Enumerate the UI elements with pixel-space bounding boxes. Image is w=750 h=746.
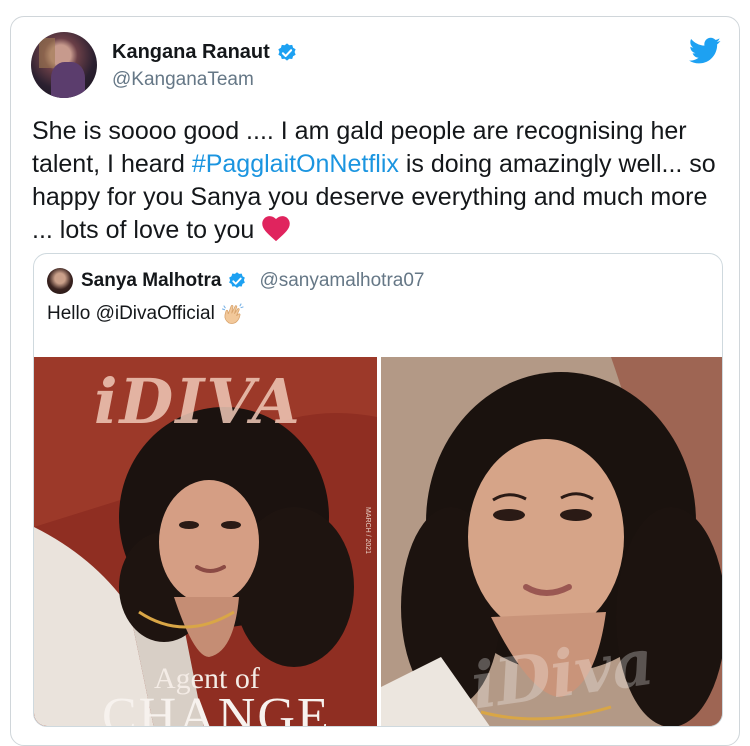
author-name[interactable]: Kangana Ranaut — [112, 41, 270, 64]
quoted-tweet-text-row: Hello @iDivaOfficial — [47, 302, 245, 326]
author-handle[interactable]: @KanganaTeam — [112, 69, 254, 91]
quoted-author-handle[interactable]: @sanyamalhotra07 — [259, 270, 424, 292]
quoted-author-name[interactable]: Sanya Malhotra — [81, 270, 221, 292]
quoted-tweet-text: Hello @iDivaOfficial — [47, 303, 215, 324]
author-avatar[interactable] — [31, 32, 97, 98]
twitter-logo-icon[interactable] — [689, 37, 721, 65]
waving-hand-icon — [221, 303, 244, 324]
hashtag-link[interactable]: #PagglaitOnNetflix — [192, 150, 399, 178]
verified-badge-icon — [278, 42, 296, 61]
quoted-image-magazine-cover[interactable]: iDIVA MARCH / 2021 Agent of CHANGE — [34, 357, 377, 727]
red-heart-icon — [262, 216, 291, 242]
quoted-author-row: Sanya Malhotra @sanyamalhotra07 — [81, 270, 424, 292]
cover-headline: CHANGE — [102, 688, 331, 727]
author-name-row: Kangana Ranaut — [112, 41, 298, 64]
tweet-text: She is soooo good .... I am gald people … — [32, 115, 722, 247]
cover-logo: iDIVA — [94, 365, 302, 438]
tweet-card[interactable]: Kangana Ranaut @KanganaTeam She is soooo… — [10, 16, 740, 746]
quoted-image-portrait[interactable]: iDiva — [381, 357, 722, 726]
quoted-tweet[interactable]: Sanya Malhotra @sanyamalhotra07 Hello @i… — [33, 253, 723, 727]
quoted-author-avatar[interactable] — [47, 268, 73, 294]
cover-date: MARCH / 2021 — [364, 507, 371, 555]
verified-badge-icon — [229, 272, 246, 288]
